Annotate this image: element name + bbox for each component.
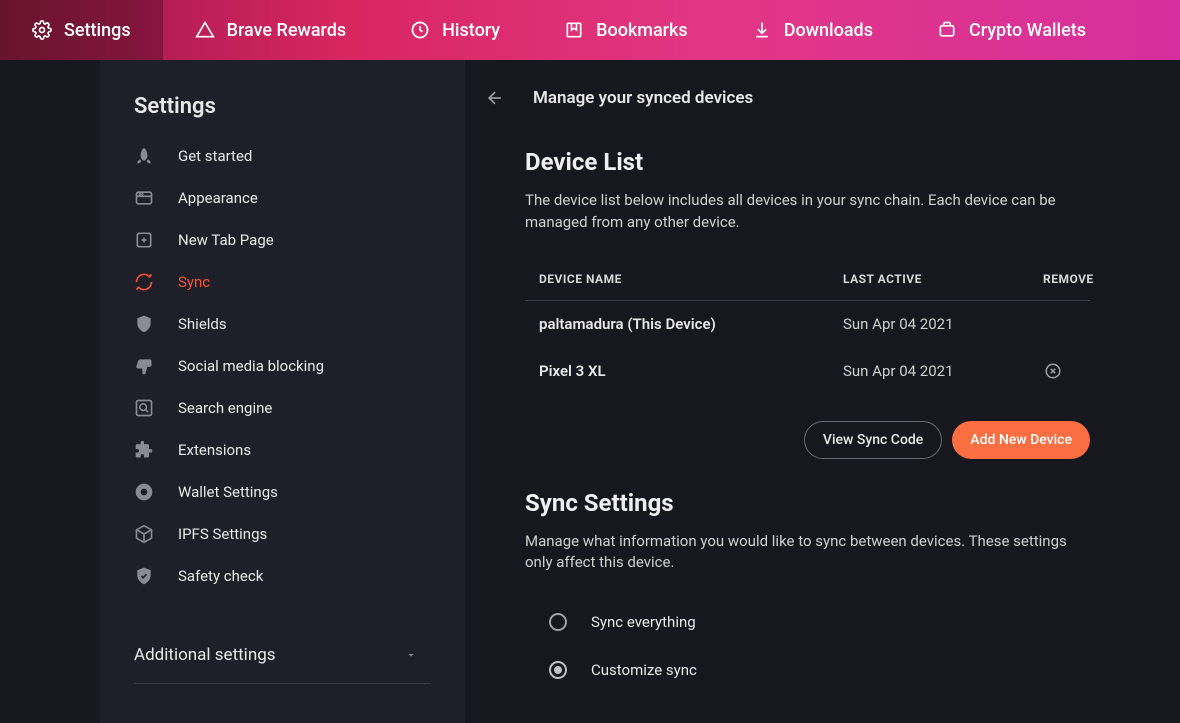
table-row: paltamadura (This Device) Sun Apr 04 202… (525, 301, 1090, 347)
triangle-icon (195, 20, 215, 40)
wallet-icon (937, 20, 957, 40)
sidebar: Settings Get started Appearance New Tab … (100, 60, 465, 723)
device-last-active: Sun Apr 04 2021 (843, 315, 1043, 333)
nav-label: Shields (178, 315, 227, 333)
add-new-device-button[interactable]: Add New Device (952, 421, 1090, 459)
device-last-active: Sun Apr 04 2021 (843, 362, 1043, 380)
tab-label: Settings (64, 20, 131, 41)
chevron-down-icon (405, 649, 417, 661)
tab-label: Bookmarks (596, 20, 688, 41)
nav-label: Wallet Settings (178, 483, 278, 501)
sidebar-item-shields[interactable]: Shields (100, 303, 465, 345)
device-table: DEVICE NAME LAST ACTIVE REMOVE paltamadu… (525, 258, 1090, 395)
tab-label: Crypto Wallets (969, 20, 1086, 41)
tab-history[interactable]: History (378, 0, 532, 60)
tab-brave-rewards[interactable]: Brave Rewards (163, 0, 379, 60)
sidebar-item-get-started[interactable]: Get started (100, 135, 465, 177)
tab-label: History (442, 20, 500, 41)
additional-settings[interactable]: Additional settings (100, 635, 465, 675)
sidebar-item-sync[interactable]: Sync (100, 261, 465, 303)
sync-icon (134, 272, 154, 292)
new-tab-icon (134, 230, 154, 250)
tab-crypto-wallets[interactable]: Crypto Wallets (905, 0, 1118, 60)
sync-settings-heading: Sync Settings (525, 489, 1090, 517)
remove-device-button[interactable] (1043, 361, 1063, 381)
radio-icon (549, 613, 567, 631)
close-circle-icon (1044, 362, 1062, 380)
sidebar-item-appearance[interactable]: Appearance (100, 177, 465, 219)
nav-label: Search engine (178, 399, 272, 417)
device-list-desc: The device list below includes all devic… (525, 190, 1090, 234)
additional-label: Additional settings (134, 645, 276, 665)
nav-label: IPFS Settings (178, 525, 267, 543)
nav-label: New Tab Page (178, 231, 274, 249)
radio-sync-everything[interactable]: Sync everything (549, 598, 1090, 646)
tab-downloads[interactable]: Downloads (720, 0, 905, 60)
sidebar-item-wallet-settings[interactable]: Wallet Settings (100, 471, 465, 513)
puzzle-icon (134, 440, 154, 460)
nav-label: Social media blocking (178, 357, 324, 375)
sidebar-item-social-media-blocking[interactable]: Social media blocking (100, 345, 465, 387)
download-icon (752, 20, 772, 40)
radio-label: Sync everything (591, 613, 696, 631)
sync-settings-desc: Manage what information you would like t… (525, 531, 1090, 575)
bookmark-icon (564, 20, 584, 40)
col-remove: REMOVE (1043, 272, 1094, 286)
appearance-icon (134, 188, 154, 208)
table-row: Pixel 3 XL Sun Apr 04 2021 (525, 347, 1090, 395)
nav-label: Safety check (178, 567, 263, 585)
radio-customize-sync[interactable]: Customize sync (549, 646, 1090, 694)
device-list-heading: Device List (525, 148, 1090, 176)
sidebar-item-extensions[interactable]: Extensions (100, 429, 465, 471)
sidebar-item-safety-check[interactable]: Safety check (100, 555, 465, 597)
device-name: paltamadura (This Device) (525, 315, 843, 333)
radio-label: Customize sync (591, 661, 697, 679)
cube-icon (134, 524, 154, 544)
wallet-settings-icon (134, 482, 154, 502)
history-icon (410, 20, 430, 40)
shield-check-icon (134, 566, 154, 586)
nav-label: Get started (178, 147, 252, 165)
nav-label: Appearance (178, 189, 258, 207)
gear-icon (32, 20, 52, 40)
tab-settings[interactable]: Settings (0, 0, 163, 60)
col-last-active: LAST ACTIVE (843, 272, 1043, 286)
device-name: Pixel 3 XL (525, 362, 843, 380)
rocket-icon (134, 146, 154, 166)
sidebar-item-ipfs-settings[interactable]: IPFS Settings (100, 513, 465, 555)
radio-icon (549, 661, 567, 679)
thumbs-down-icon (134, 356, 154, 376)
divider (134, 683, 431, 684)
tab-bookmarks[interactable]: Bookmarks (532, 0, 720, 60)
content: Manage your synced devices Device List T… (465, 60, 1180, 723)
nav-label: Sync (178, 273, 210, 291)
page-title: Manage your synced devices (533, 88, 753, 108)
col-device-name: DEVICE NAME (525, 272, 843, 286)
back-arrow-icon[interactable] (485, 88, 505, 108)
tab-label: Brave Rewards (227, 20, 347, 41)
shield-icon (134, 314, 154, 334)
tab-label: Downloads (784, 20, 873, 41)
search-icon (134, 398, 154, 418)
view-sync-code-button[interactable]: View Sync Code (804, 421, 942, 459)
sidebar-item-search-engine[interactable]: Search engine (100, 387, 465, 429)
sidebar-title: Settings (100, 94, 465, 135)
sidebar-item-new-tab-page[interactable]: New Tab Page (100, 219, 465, 261)
nav-label: Extensions (178, 441, 251, 459)
